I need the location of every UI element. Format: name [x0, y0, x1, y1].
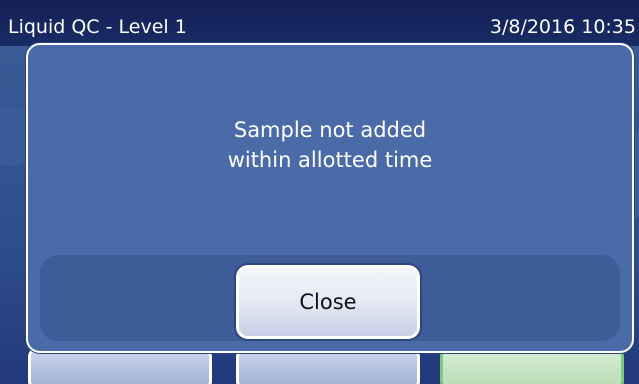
device-screen: Liquid QC - Level 1 3/8/2016 10:35 Sampl…	[0, 0, 639, 384]
date-time: 3/8/2016 10:35	[489, 16, 636, 38]
screen-title: Liquid QC - Level 1	[8, 16, 187, 38]
dialog-message-line1: Sample not added	[233, 118, 427, 142]
dialog-message: Sample not added within allotted time	[28, 115, 632, 175]
title-bar: Liquid QC - Level 1 3/8/2016 10:35	[0, 0, 639, 46]
alert-dialog: Sample not added within allotted time Cl…	[26, 43, 634, 353]
dialog-message-line2: within allotted time	[227, 148, 433, 172]
close-button[interactable]: Close	[236, 265, 420, 339]
